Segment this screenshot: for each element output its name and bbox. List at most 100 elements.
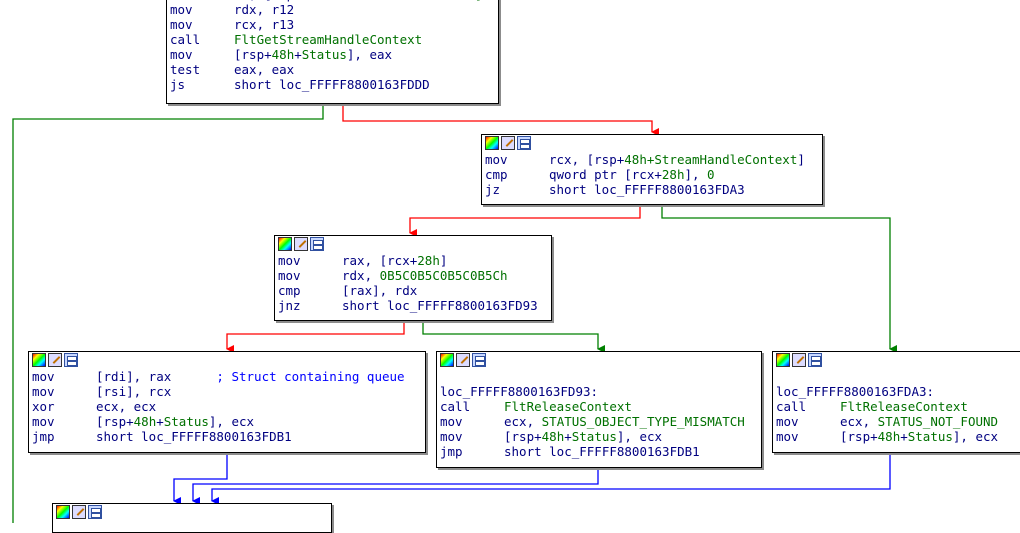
code-block-b2[interactable]: mov rax, [rcx+ 28h] mov rdx, 0B5C0B5C0B5C0B5… [274, 235, 552, 321]
code-block-b5[interactable]: loc_FFFFF8800163FDA3: call FltReleaseConte… [772, 351, 1020, 453]
asm-operand: FltReleaseContext [504, 399, 632, 414]
instruction-list: mov rax, [rcx+ 28h] mov rdx, 0B5C0B5C0B5C0B5… [275, 253, 551, 313]
asm-operand: + [900, 429, 908, 444]
asm-label: loc_FFFFF8800163FDA3: [776, 384, 935, 399]
asm-operand: ], ecx [208, 414, 255, 429]
asm-line[interactable]: mov [rsp+ 48h + Status], ecx [32, 414, 425, 429]
asm-line[interactable]: call FltReleaseContext [776, 399, 1020, 414]
asm-line[interactable]: mov [rsp+ 48h + Status], eax [170, 47, 498, 62]
asm-line[interactable]: cmp qword ptr [rcx+ 28h], 0 [485, 167, 822, 182]
edge-false [226, 321, 405, 353]
asm-line[interactable]: loc_FFFFF8800163FD93: [440, 384, 761, 399]
instruction-list: lear8, [rsp+48h+StreamHandleContext]movr… [167, 0, 498, 92]
asm-operand: +StreamHandleContext] [324, 0, 482, 2]
asm-operand: ] [797, 152, 805, 167]
asm-operand: FltReleaseContext [840, 399, 968, 414]
color-palette-icon[interactable] [278, 237, 292, 251]
asm-line[interactable]: jmp short loc_FFFFF8800163FDB1 [32, 429, 425, 444]
asm-operand: ], [684, 167, 708, 182]
asm-operand: 48h [133, 414, 157, 429]
asm-operand: Status [571, 429, 617, 444]
asm-operand: [rax], rdx [342, 283, 418, 298]
asm-line[interactable]: xor ecx, ecx [32, 399, 425, 414]
asm-operand: short loc_FFFFF8800163FDB1 [504, 444, 700, 459]
color-palette-icon[interactable] [776, 353, 790, 367]
code-block-b0[interactable]: lear8, [rsp+48h+StreamHandleContext]movr… [166, 0, 499, 104]
color-palette-icon[interactable] [440, 353, 454, 367]
color-palette-icon[interactable] [485, 136, 499, 150]
asm-mnemonic: mov [32, 369, 55, 384]
asm-line[interactable]: jnz short loc_FFFFF8800163FD93 [278, 298, 551, 313]
asm-operand: 48h [302, 0, 325, 2]
asm-operand: + [294, 47, 302, 62]
instruction-list: mov [rdi], rax ; Struct containing queue m… [29, 369, 425, 444]
asm-mnemonic: jnz [278, 298, 301, 313]
asm-operand: rax, [rcx+ [342, 253, 418, 268]
asm-comment: ; Struct containing queue [216, 369, 405, 384]
graph-view-icon[interactable] [808, 353, 822, 367]
asm-mnemonic: js [170, 77, 186, 92]
asm-line[interactable]: mov rdx, 0B5C0B5C0B5C0B5Ch [278, 268, 551, 283]
asm-operand: STATUS_OBJECT_TYPE_MISMATCH [541, 414, 745, 429]
block-toolbar [482, 135, 822, 152]
asm-operand: 48h [624, 152, 647, 167]
graph-view-icon[interactable] [517, 136, 531, 150]
asm-operand: ], eax [346, 47, 393, 62]
edit-block-icon[interactable] [294, 237, 308, 251]
asm-line[interactable]: jz short loc_FFFFF8800163FDA3 [485, 182, 822, 197]
asm-mnemonic: mov [170, 47, 193, 62]
asm-operand: [rsp+ [840, 429, 878, 444]
asm-mnemonic: call [776, 399, 807, 414]
asm-operand: rdx, [342, 268, 380, 283]
asm-line[interactable]: loc_FFFFF8800163FDA3: [776, 384, 1020, 399]
color-palette-icon[interactable] [32, 353, 46, 367]
asm-line[interactable]: mov rcx, r13 [170, 17, 498, 32]
edge-uncond [192, 468, 599, 505]
asm-line[interactable]: test eax, eax [170, 62, 498, 77]
graph-view-icon[interactable] [64, 353, 78, 367]
code-block-b4[interactable]: loc_FFFFF8800163FD93: call FltReleaseConte… [436, 351, 762, 468]
asm-operand: Status [301, 47, 347, 62]
edit-block-icon[interactable] [501, 136, 515, 150]
asm-line[interactable]: js short loc_FFFFF8800163FDDD [170, 77, 498, 92]
graph-view-icon[interactable] [472, 353, 486, 367]
asm-operand: [rsp+ [504, 429, 542, 444]
code-block-b6[interactable] [52, 503, 332, 533]
code-block-b3[interactable]: mov [rdi], rax ; Struct containing queue m… [28, 351, 426, 453]
graph-view-icon[interactable] [310, 237, 324, 251]
asm-line[interactable]: mov ecx, STATUS_NOT_FOUND [776, 414, 1020, 429]
block-toolbar [773, 352, 1020, 369]
asm-line[interactable]: mov ecx, STATUS_OBJECT_TYPE_MISMATCH [440, 414, 761, 429]
edit-block-icon[interactable] [72, 505, 86, 519]
asm-line[interactable]: mov [rsp+ 48h + Status], ecx [776, 429, 1020, 444]
asm-operand: short loc_FFFFF8800163FD93 [342, 298, 538, 313]
asm-line[interactable]: mov rax, [rcx+ 28h] [278, 253, 551, 268]
asm-line[interactable]: mov [rdi], rax ; Struct containing queue [32, 369, 425, 384]
asm-operand: qword ptr [rcx+ [549, 167, 662, 182]
block-toolbar [437, 352, 761, 369]
asm-line[interactable]: call FltReleaseContext [440, 399, 761, 414]
asm-line[interactable]: mov rcx, [rsp+ 48h +StreamHandleContext] [485, 152, 822, 167]
asm-line[interactable]: jmp short loc_FFFFF8800163FDB1 [440, 444, 761, 459]
edge-uncond [173, 453, 228, 505]
asm-line[interactable]: mov [rsp+ 48h + Status], ecx [440, 429, 761, 444]
asm-mnemonic: test [170, 62, 201, 77]
edit-block-icon[interactable] [456, 353, 470, 367]
asm-line[interactable]: call FltGetStreamHandleContext [170, 32, 498, 47]
edit-block-icon[interactable] [792, 353, 806, 367]
asm-line[interactable] [440, 369, 761, 384]
asm-operand: rcx, [rsp+ [549, 152, 625, 167]
asm-line[interactable] [776, 369, 1020, 384]
graph-view-icon[interactable] [88, 505, 102, 519]
asm-line[interactable]: mov [rsi], rcx [32, 384, 425, 399]
asm-mnemonic: mov [776, 429, 799, 444]
block-toolbar [53, 504, 331, 521]
asm-operand: ], ecx [616, 429, 663, 444]
color-palette-icon[interactable] [56, 505, 70, 519]
asm-operand: short loc_FFFFF8800163FDDD [234, 77, 430, 92]
asm-line[interactable]: cmp [rax], rdx [278, 283, 551, 298]
edit-block-icon[interactable] [48, 353, 62, 367]
asm-mnemonic: mov [440, 414, 463, 429]
code-block-b1[interactable]: mov rcx, [rsp+ 48h +StreamHandleContext] cmp… [481, 134, 823, 205]
asm-line[interactable]: mov rdx, r12 [170, 2, 498, 17]
